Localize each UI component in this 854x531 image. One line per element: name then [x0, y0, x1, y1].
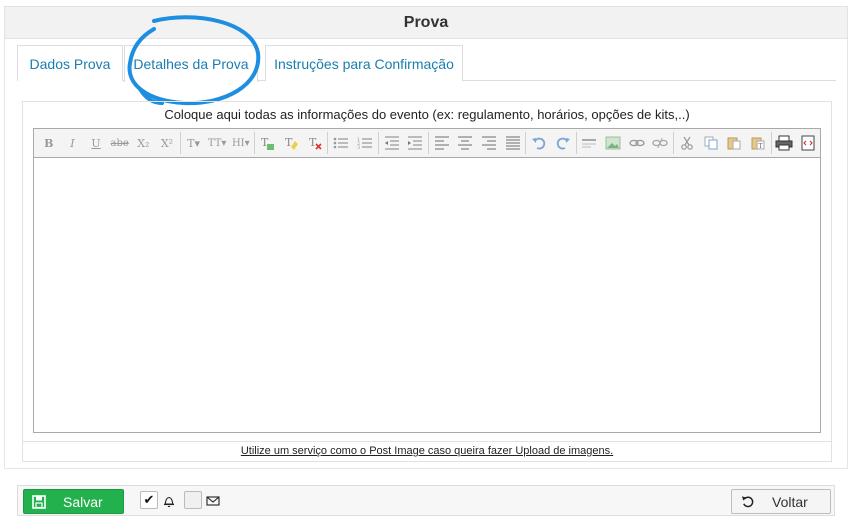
- redo-icon[interactable]: [551, 132, 575, 154]
- align-center-icon[interactable]: [454, 132, 478, 154]
- font-family-icon[interactable]: T▾: [182, 132, 206, 154]
- page-header: Prova: [4, 6, 848, 39]
- unordered-list-icon[interactable]: [329, 132, 353, 154]
- font-size-icon[interactable]: TT▾: [205, 132, 229, 154]
- tab-instrucoes-confirmacao[interactable]: Instruções para Confirmação: [265, 45, 463, 81]
- link-icon[interactable]: [625, 132, 649, 154]
- strikethrough-icon[interactable]: abe: [108, 132, 132, 154]
- editor-caption: Coloque aqui todas as informações do eve…: [164, 107, 690, 122]
- tab-bar: Dados Prova Detalhes da Prova Instruções…: [17, 45, 836, 82]
- toolbar-separator: [427, 132, 429, 154]
- highlight-icon[interactable]: T: [279, 132, 303, 154]
- upload-hint-link[interactable]: Utilize um serviço como o Post Image cas…: [22, 441, 832, 461]
- superscript-icon[interactable]: X²: [155, 132, 179, 154]
- svg-text:T: T: [309, 136, 317, 149]
- undo-icon[interactable]: [527, 132, 551, 154]
- print-icon[interactable]: [773, 132, 797, 154]
- save-button[interactable]: Salvar: [23, 489, 124, 514]
- indent-icon[interactable]: [403, 132, 427, 154]
- toolbar-separator: [525, 132, 527, 154]
- justify-icon[interactable]: [501, 132, 525, 154]
- align-right-icon[interactable]: [477, 132, 501, 154]
- outdent-icon[interactable]: [380, 132, 404, 154]
- notify-email-checkbox[interactable]: [184, 491, 202, 509]
- toolbar-separator: [575, 132, 577, 154]
- toolbar-separator: [327, 132, 329, 154]
- envelope-icon: [206, 496, 220, 506]
- paste-icon[interactable]: [722, 132, 746, 154]
- editor-content-area[interactable]: [34, 158, 820, 432]
- bell-icon: [164, 496, 174, 508]
- text-color-icon[interactable]: T: [256, 132, 280, 154]
- toolbar-separator: [253, 132, 255, 154]
- back-button[interactable]: Voltar: [731, 489, 831, 514]
- tab-detalhes-prova[interactable]: Detalhes da Prova: [124, 45, 258, 82]
- svg-text:3: 3: [357, 145, 360, 150]
- cut-icon[interactable]: [675, 132, 699, 154]
- subscript-icon[interactable]: X₂: [132, 132, 156, 154]
- rich-text-editor: B I U abe X₂ X² T▾ TT▾ HI▾ T T T 1 2 3 T: [33, 128, 821, 433]
- action-bar: Salvar ✔ Voltar: [17, 485, 835, 516]
- paste-text-icon[interactable]: T: [746, 132, 770, 154]
- svg-text:T: T: [758, 143, 762, 150]
- save-button-label: Salvar: [63, 493, 103, 510]
- editor-toolbar: B I U abe X₂ X² T▾ TT▾ HI▾ T T T 1 2 3 T: [34, 129, 820, 158]
- source-code-icon[interactable]: [796, 132, 820, 154]
- checkmark-icon: ✔: [143, 492, 155, 507]
- tab-dados-prova[interactable]: Dados Prova: [17, 45, 123, 81]
- align-left-icon[interactable]: [430, 132, 454, 154]
- toolbar-separator: [179, 132, 181, 154]
- unlink-icon[interactable]: [649, 132, 673, 154]
- copy-icon[interactable]: [699, 132, 723, 154]
- toolbar-separator: [770, 132, 772, 154]
- bold-icon[interactable]: B: [37, 132, 61, 154]
- save-icon: [32, 494, 46, 509]
- italic-icon[interactable]: I: [61, 132, 85, 154]
- image-icon[interactable]: [601, 132, 625, 154]
- ordered-list-icon[interactable]: 123: [353, 132, 377, 154]
- toolbar-separator: [377, 132, 379, 154]
- undo-arrow-icon: [741, 496, 754, 508]
- remove-format-icon[interactable]: T: [303, 132, 327, 154]
- toolbar-separator: [673, 132, 675, 154]
- page-title: Prova: [403, 13, 449, 31]
- page: Prova Dados Prova Detalhes da Prova Inst…: [0, 0, 854, 531]
- heading-icon[interactable]: HI▾: [229, 132, 253, 154]
- back-button-label: Voltar: [772, 493, 808, 510]
- horizontal-rule-icon[interactable]: [578, 132, 602, 154]
- underline-icon[interactable]: U: [84, 132, 108, 154]
- notify-bell-checkbox[interactable]: ✔: [140, 491, 158, 509]
